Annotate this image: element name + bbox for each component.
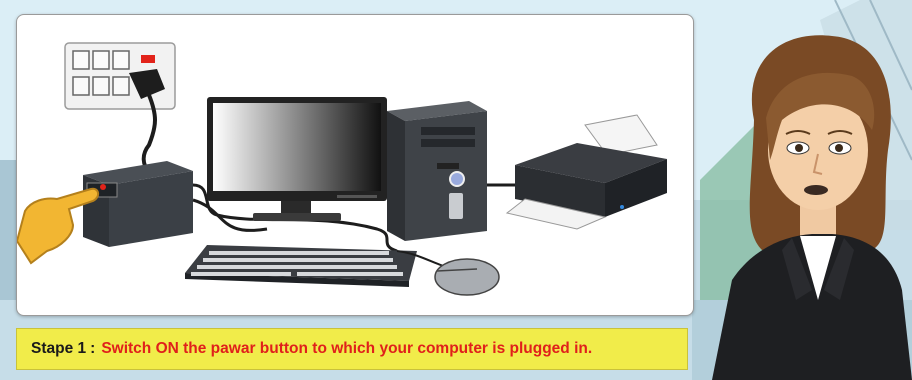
step-separator: : [90,340,96,357]
step-label: Stape 1 [31,340,87,357]
step-instruction: Switch ON the pawar button to which your… [101,340,593,357]
ups-icon [83,161,193,247]
keyboard-icon [185,245,417,287]
power-plug-icon [129,69,165,175]
illustration-panel [16,14,694,316]
monitor-icon [207,97,387,221]
printer-icon [505,114,667,230]
presenter-avatar [712,35,912,380]
cpu-tower-icon [387,101,487,241]
step-caption-bar: Stape 1 : Switch ON the pawar button to … [16,328,688,370]
